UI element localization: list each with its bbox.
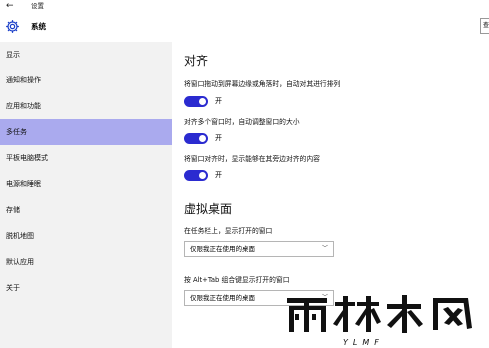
- sidebar-item-tablet-mode[interactable]: 平板电脑模式: [0, 145, 172, 171]
- sidebar: 显示 通知和操作 应用和功能 多任务 平板电脑模式 电源和睡眠 存储 脱机地图 …: [0, 42, 172, 348]
- snap-toggle-2-state: 开: [215, 134, 222, 142]
- snap-toggle-1-state: 开: [215, 97, 222, 105]
- toggle-knob: [199, 135, 206, 142]
- ylmf-watermark-logo: YLMF: [287, 295, 472, 347]
- app-title: 设置: [31, 2, 44, 10]
- taskbar-windows-dropdown[interactable]: 仅限我正在使用的桌面 ﹀: [184, 241, 334, 257]
- sidebar-item-display[interactable]: 显示: [0, 42, 172, 68]
- snap-setting-1-label: 将窗口拖动到屏幕边缘或角落时，自动对其进行排列: [184, 80, 341, 88]
- snap-toggle-3[interactable]: [184, 170, 208, 181]
- title-bar: [0, 0, 489, 13]
- page-header: [0, 13, 489, 42]
- snap-toggle-1[interactable]: [184, 96, 208, 107]
- back-arrow-icon[interactable]: ←: [6, 0, 14, 13]
- sidebar-item-storage[interactable]: 存储: [0, 197, 172, 223]
- gear-icon: [6, 20, 19, 33]
- virtual-desktops-heading: 虚拟桌面: [184, 202, 233, 216]
- toggle-knob: [199, 172, 206, 179]
- snap-toggle-3-state: 开: [215, 171, 222, 179]
- sidebar-item-power-sleep[interactable]: 电源和睡眠: [0, 171, 172, 197]
- toggle-knob: [199, 98, 206, 105]
- alttab-windows-value: 仅限我正在使用的桌面: [190, 294, 255, 302]
- taskbar-windows-label: 在任务栏上，显示打开的窗口: [184, 227, 273, 235]
- watermark-subtext: YLMF: [343, 338, 384, 347]
- snap-toggle-2[interactable]: [184, 133, 208, 144]
- snap-heading: 对齐: [184, 54, 209, 68]
- sidebar-item-offline-maps[interactable]: 脱机地图: [0, 223, 172, 249]
- section-title: 系统: [31, 22, 46, 31]
- alttab-windows-label: 按 Alt+Tab 组合键显示打开的窗口: [184, 276, 290, 284]
- sidebar-item-default-apps[interactable]: 默认应用: [0, 249, 172, 275]
- search-input[interactable]: 查: [480, 18, 489, 34]
- chevron-down-icon: ﹀: [321, 245, 328, 252]
- sidebar-item-apps[interactable]: 应用和功能: [0, 93, 172, 119]
- snap-setting-2-label: 对齐多个窗口时，自动调整窗口的大小: [184, 118, 300, 126]
- sidebar-item-about[interactable]: 关于: [0, 275, 172, 301]
- snap-setting-3-label: 将窗口对齐时，显示能够在其旁边对齐的内容: [184, 155, 320, 163]
- sidebar-item-notifications[interactable]: 通知和操作: [0, 67, 172, 93]
- taskbar-windows-value: 仅限我正在使用的桌面: [190, 245, 255, 253]
- sidebar-item-multitasking[interactable]: 多任务: [0, 119, 172, 145]
